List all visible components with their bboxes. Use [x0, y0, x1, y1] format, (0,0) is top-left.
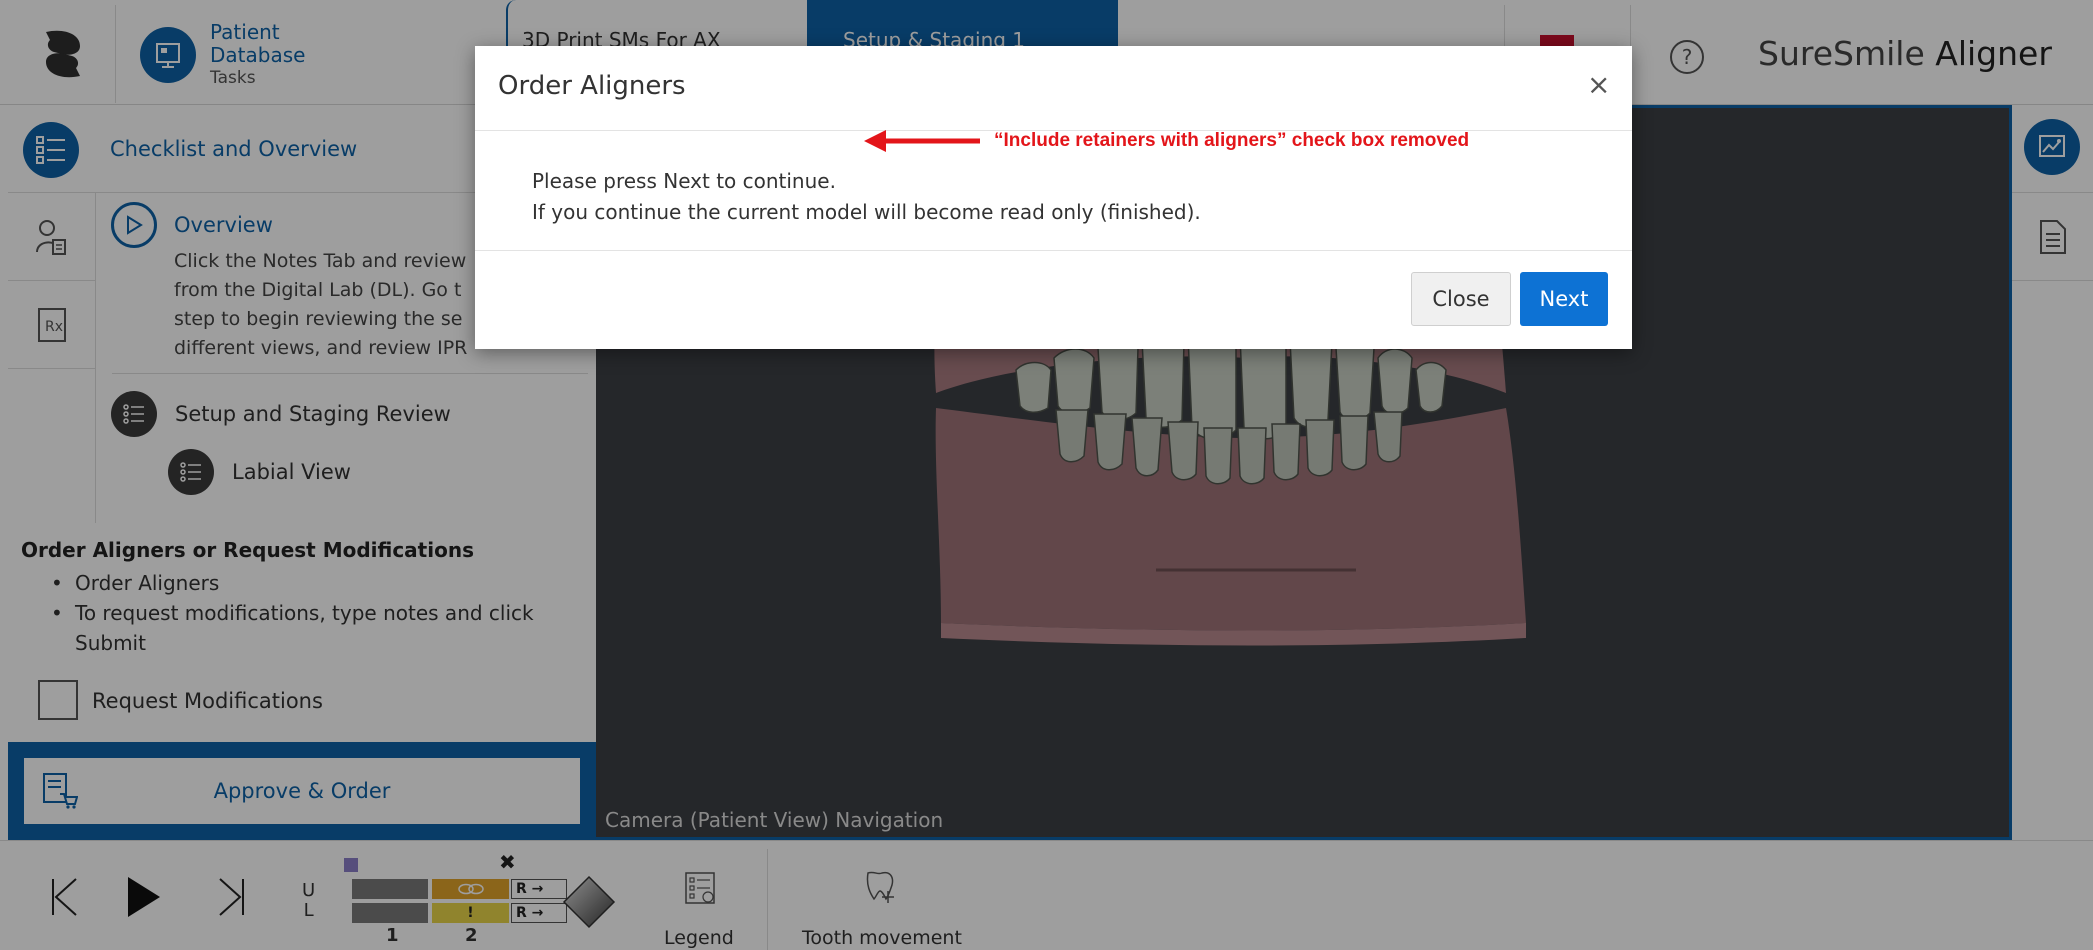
- dialog-title: Order Aligners: [498, 71, 686, 101]
- dialog-message: If you continue the current model will b…: [532, 200, 1201, 224]
- annotation-text: “Include retainers with aligners” check …: [994, 130, 1470, 151]
- annotation-arrow-icon: [864, 130, 980, 152]
- next-button[interactable]: Next: [1520, 272, 1608, 326]
- order-aligners-dialog: Order Aligners × “Include retainers with…: [475, 46, 1632, 349]
- close-icon[interactable]: ×: [1587, 68, 1610, 101]
- dialog-body: Please press Next to continue. If you co…: [532, 166, 1201, 228]
- close-button[interactable]: Close: [1411, 272, 1511, 326]
- app-window: Patient Database Tasks 3D Print SMs For …: [0, 0, 2093, 950]
- dialog-divider: [475, 250, 1632, 251]
- dialog-message: Please press Next to continue.: [532, 169, 836, 193]
